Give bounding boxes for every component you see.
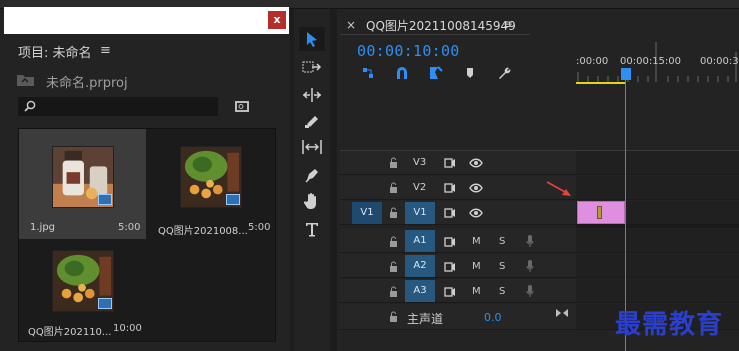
sync-lock-icon[interactable] (444, 158, 456, 168)
sequence-close-button[interactable]: × (346, 18, 356, 32)
solo-button[interactable]: S (499, 236, 505, 247)
track-target-a3[interactable]: A3 (405, 280, 435, 302)
lock-icon[interactable] (389, 311, 398, 322)
track-header-a1 (340, 229, 576, 253)
source-patch-v1[interactable]: V1 (352, 202, 382, 224)
playhead-handle[interactable] (621, 68, 631, 80)
video-audio-divider[interactable] (576, 225, 739, 228)
track-name: V2 (413, 182, 427, 193)
work-area-bar[interactable] (576, 82, 626, 84)
eye-icon[interactable] (469, 183, 483, 193)
lock-icon[interactable] (389, 236, 398, 247)
hand-icon[interactable] (299, 189, 325, 213)
solo-button[interactable]: S (499, 286, 505, 297)
lock-icon[interactable] (389, 261, 398, 272)
clip-fx-badge (597, 206, 602, 219)
lock-icon[interactable] (389, 157, 398, 168)
ruler-label: 00:00:30 (700, 56, 739, 67)
microphone-icon[interactable] (526, 235, 534, 247)
clip-duration: 10:00 (113, 323, 142, 334)
master-track-label: 主声道 (407, 312, 444, 326)
track-area-v3[interactable] (576, 151, 739, 175)
project-file-name: 未命名.prproj (46, 76, 128, 91)
image-type-icon (98, 298, 112, 309)
selection-tool-icon[interactable] (299, 27, 325, 51)
track-target-v1[interactable]: V1 (405, 202, 435, 224)
sequence-menu-icon[interactable]: ≡ (503, 17, 513, 31)
track-header-a2 (340, 254, 576, 278)
folder-up-icon[interactable] (17, 74, 34, 86)
lock-icon[interactable] (389, 182, 398, 193)
snap-icon[interactable] (394, 66, 410, 80)
clip-duration: 5:00 (118, 222, 141, 233)
track-header-master (340, 304, 576, 330)
master-volume-value[interactable]: 0.0 (484, 311, 502, 324)
clip-duration: 5:00 (248, 222, 271, 233)
mute-button[interactable]: M (472, 261, 481, 272)
razor-icon[interactable] (299, 109, 325, 133)
microphone-icon[interactable] (526, 260, 534, 272)
image-type-icon (98, 194, 112, 205)
playhead-timecode[interactable]: 00:00:10:00 (357, 42, 460, 60)
eye-icon[interactable] (469, 158, 483, 168)
ruler-label: 00:00:15:00 (620, 56, 682, 67)
track-area-a2[interactable] (576, 254, 739, 278)
clip-name: QQ图片202110... (28, 327, 112, 338)
new-bin-icon[interactable] (234, 99, 250, 113)
project-menu-icon[interactable]: ≡ (100, 43, 111, 58)
sync-lock-icon[interactable] (444, 287, 456, 297)
panel-header-input[interactable] (4, 7, 289, 34)
clip-name: 1.jpg (30, 222, 56, 233)
track-target-a2[interactable]: A2 (405, 255, 435, 277)
track-area-a1[interactable] (576, 229, 739, 253)
annotation-arrow-icon (546, 181, 571, 196)
sync-lock-icon[interactable] (444, 183, 456, 193)
search-icon (24, 100, 36, 112)
lock-icon[interactable] (389, 207, 398, 218)
track-area-v2[interactable] (576, 176, 739, 200)
close-button[interactable]: x (268, 11, 286, 29)
mute-button[interactable]: M (472, 236, 481, 247)
go-to-in-out-icon[interactable] (555, 308, 569, 318)
sequence-tab[interactable]: QQ图片20211008145949 (366, 17, 516, 34)
ruler-label: :00:00 (576, 56, 609, 67)
microphone-icon[interactable] (526, 285, 534, 297)
track-header-v3 (340, 151, 576, 175)
mute-button[interactable]: M (472, 286, 481, 297)
project-title: 项目: 未命名 (18, 46, 92, 61)
track-header-a3 (340, 279, 576, 303)
ripple-edit-icon[interactable] (299, 83, 325, 107)
slip-icon[interactable] (299, 135, 325, 159)
linked-selection-icon[interactable] (428, 66, 444, 80)
tab-underline (340, 34, 530, 35)
eye-icon[interactable] (469, 208, 483, 218)
search-input[interactable] (18, 97, 218, 116)
image-type-icon (226, 194, 240, 205)
wrench-icon[interactable] (496, 66, 512, 80)
nest-toggle-icon[interactable] (360, 66, 376, 80)
solo-button[interactable]: S (499, 261, 505, 272)
track-target-a1[interactable]: A1 (405, 230, 435, 252)
sync-lock-icon[interactable] (444, 237, 456, 247)
track-header-v2 (340, 176, 576, 200)
track-name: V3 (413, 157, 427, 168)
track-area-a3[interactable] (576, 279, 739, 303)
lock-icon[interactable] (389, 286, 398, 297)
track-select-forward-icon[interactable] (299, 55, 325, 79)
sync-lock-icon[interactable] (444, 262, 456, 272)
add-marker-icon[interactable] (462, 66, 478, 80)
type-icon[interactable] (299, 217, 325, 241)
pen-icon[interactable] (299, 163, 325, 187)
watermark: 最需教育 (615, 310, 724, 340)
sync-lock-icon[interactable] (444, 208, 456, 218)
clip-name: QQ图片2021008... (158, 226, 248, 237)
tools-panel (294, 9, 330, 351)
